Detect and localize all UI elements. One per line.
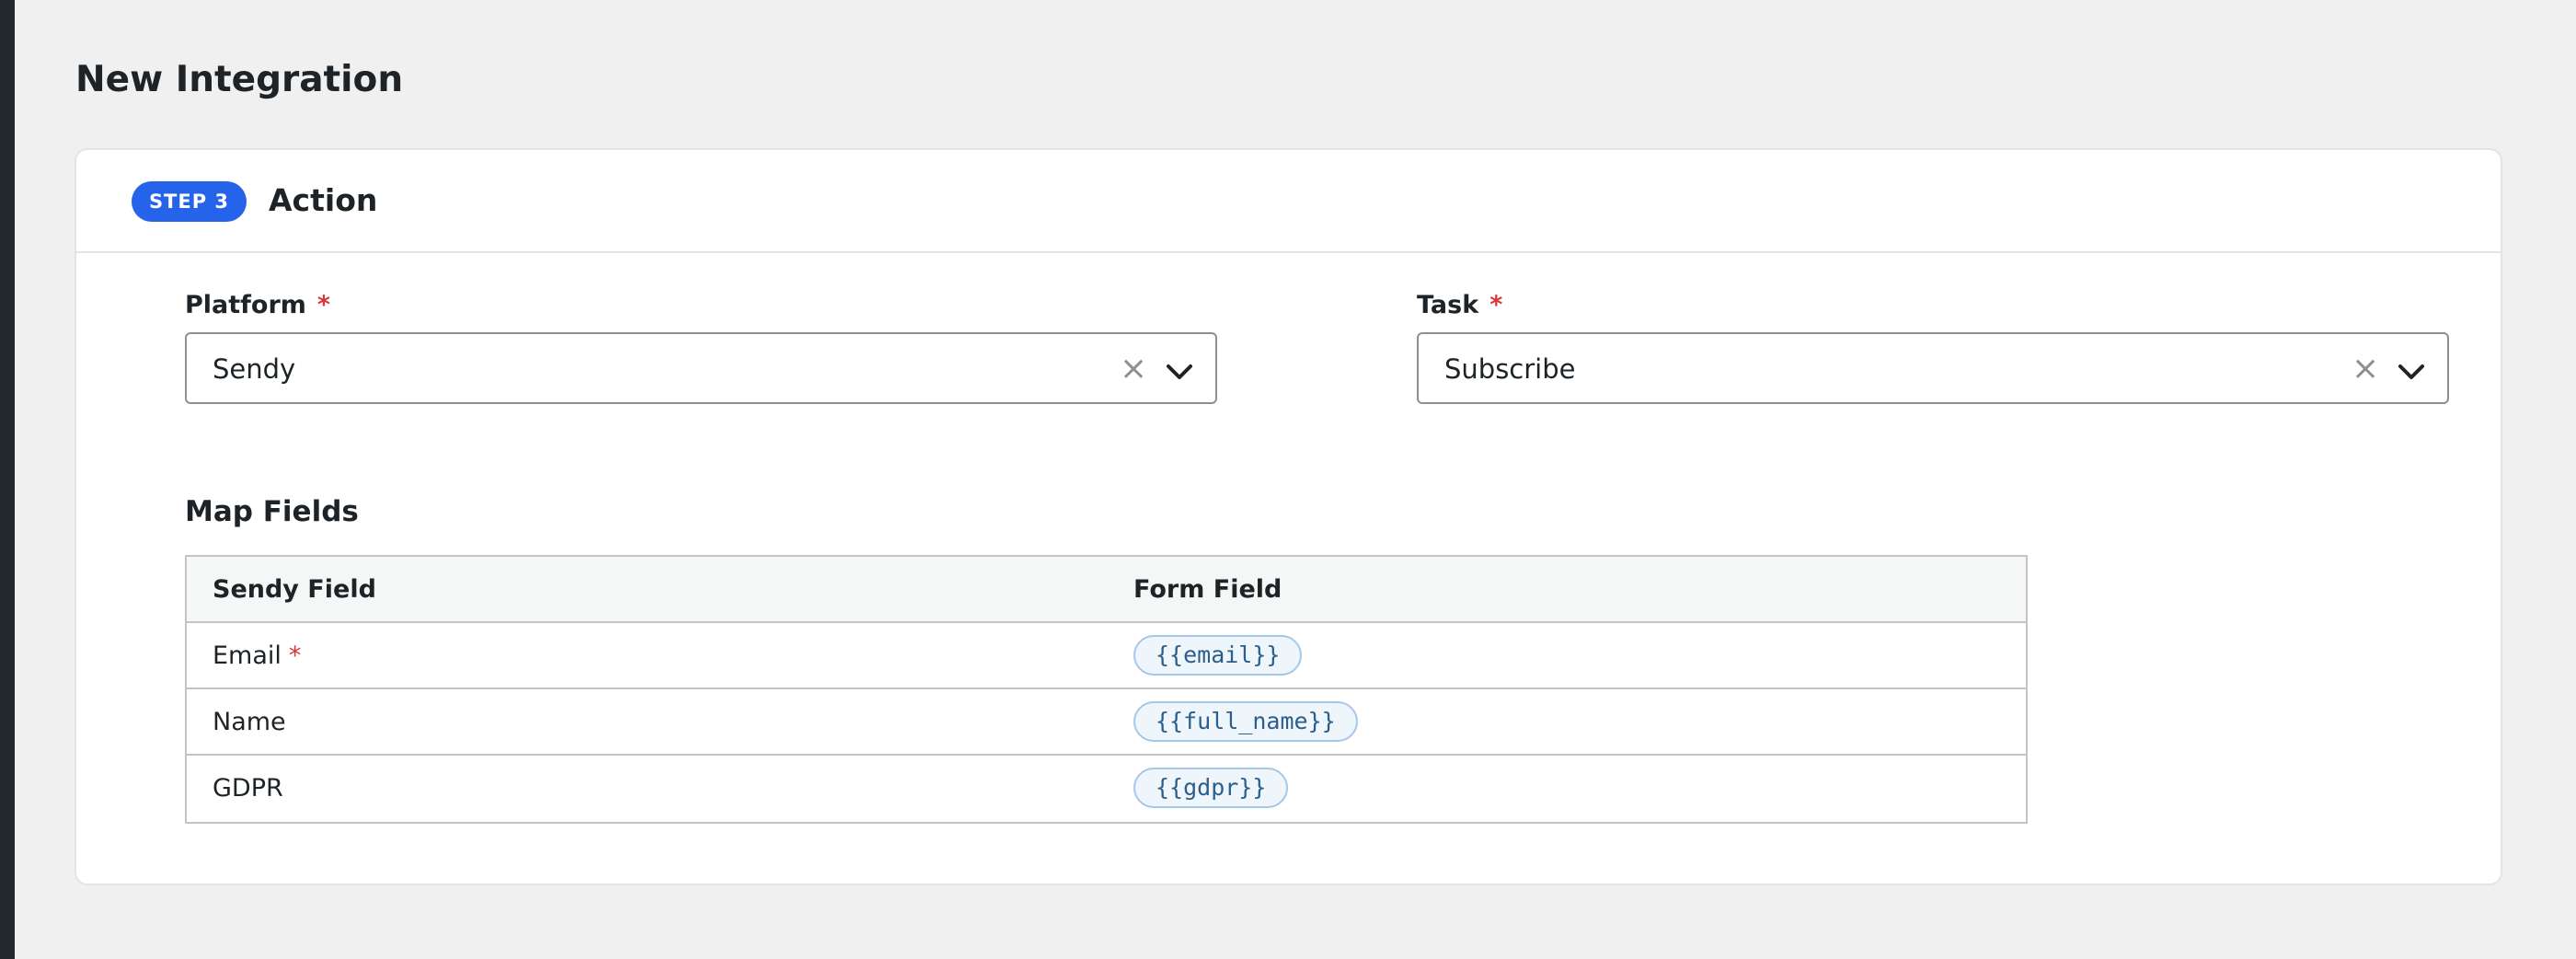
close-icon[interactable]: × bbox=[1120, 351, 1147, 387]
column-header-sendy-field: Sendy Field bbox=[213, 574, 376, 604]
form-field-cell: {{gdpr}} bbox=[1133, 756, 1289, 820]
form-field-token[interactable]: {{full_name}} bbox=[1133, 701, 1358, 742]
platform-label: Platform * bbox=[185, 289, 330, 322]
page-title: New Integration bbox=[75, 59, 404, 100]
chevron-down-icon[interactable] bbox=[2396, 356, 2427, 387]
form-field-cell: {{full_name}} bbox=[1133, 689, 1358, 754]
table-row: GDPR {{gdpr}} bbox=[187, 756, 2026, 822]
column-header-form-field: Form Field bbox=[1133, 574, 1282, 604]
step-card-header: STEP 3 Action bbox=[76, 150, 2501, 253]
close-icon[interactable]: × bbox=[2352, 351, 2379, 387]
sendy-field-cell: Email * bbox=[213, 623, 301, 687]
task-select[interactable]: Subscribe × bbox=[1417, 332, 2449, 404]
platform-label-text: Platform bbox=[185, 291, 306, 319]
sendy-field-name: Name bbox=[213, 707, 286, 736]
admin-sidebar-edge bbox=[0, 0, 15, 959]
sendy-field-cell: Name bbox=[213, 689, 286, 754]
table-row: Name {{full_name}} bbox=[187, 689, 2026, 756]
required-mark: * bbox=[288, 641, 302, 670]
chevron-down-icon[interactable] bbox=[1164, 356, 1195, 387]
step-card: STEP 3 Action Platform * Sendy × Task * Su… bbox=[75, 148, 2502, 885]
task-label-text: Task bbox=[1417, 291, 1479, 319]
required-mark: * bbox=[316, 291, 331, 319]
sendy-field-name: Email bbox=[213, 641, 282, 670]
step-title: Action bbox=[269, 182, 378, 218]
platform-select[interactable]: Sendy × bbox=[185, 332, 1217, 404]
map-fields-title: Map Fields bbox=[185, 495, 359, 528]
task-label: Task * bbox=[1417, 289, 1502, 322]
form-field-cell: {{email}} bbox=[1133, 623, 1303, 687]
step-badge: STEP 3 bbox=[132, 181, 247, 222]
table-header-row: Sendy Field Form Field bbox=[187, 557, 2026, 623]
form-field-token[interactable]: {{gdpr}} bbox=[1133, 768, 1289, 808]
sendy-field-name: GDPR bbox=[213, 773, 283, 803]
task-select-value: Subscribe bbox=[1444, 353, 1576, 385]
required-mark: * bbox=[1489, 291, 1503, 319]
table-row: Email * {{email}} bbox=[187, 623, 2026, 689]
platform-select-value: Sendy bbox=[213, 353, 296, 385]
map-fields-table: Sendy Field Form Field Email * {{email}} … bbox=[185, 555, 2028, 824]
sendy-field-cell: GDPR bbox=[213, 756, 283, 820]
form-field-token[interactable]: {{email}} bbox=[1133, 635, 1303, 676]
